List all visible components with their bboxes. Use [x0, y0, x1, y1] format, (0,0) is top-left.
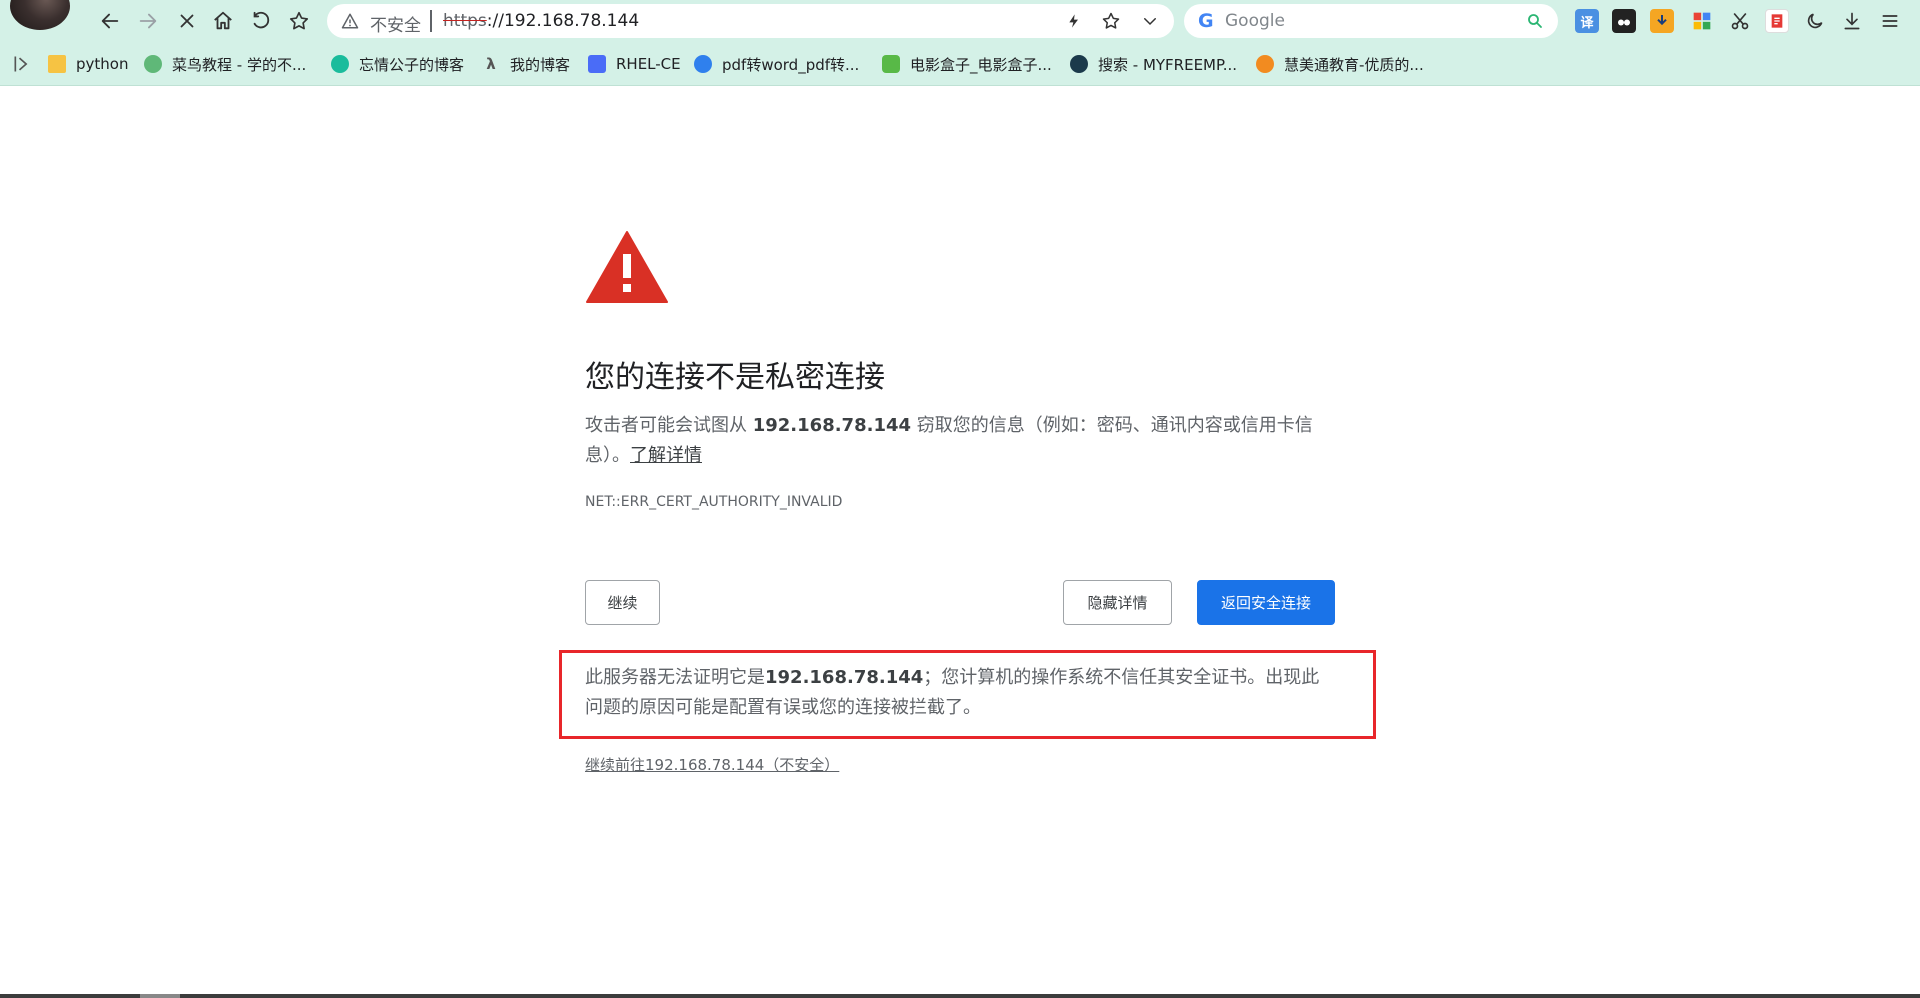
security-status-label[interactable]: 不安全 — [370, 11, 421, 36]
apps-grid-icon — [1693, 12, 1711, 30]
search-placeholder[interactable]: Google — [1225, 11, 1285, 31]
bookmark-python[interactable]: python — [48, 53, 128, 75]
bookmark-label: RHEL-CE — [616, 55, 681, 73]
runoob-icon — [144, 55, 162, 73]
bookmark-label: 我的博客 — [510, 55, 571, 74]
screenshot-extension[interactable] — [1728, 9, 1752, 33]
page-title: 您的连接不是私密连接 — [585, 360, 885, 395]
menu-icon — [1882, 15, 1898, 27]
warning-message: 攻击者可能会试图从 192.168.78.144 窃取您的信息（例如：密码、通讯… — [585, 411, 1325, 471]
main-menu-button[interactable] — [1878, 9, 1902, 33]
error-code[interactable]: NET::ERR_CERT_AUTHORITY_INVALID — [585, 494, 842, 510]
bookmark-rhel-ce[interactable]: RHEL-CE — [588, 53, 681, 75]
search-box[interactable]: G Google — [1184, 4, 1558, 38]
bottom-tab-indicator — [140, 994, 180, 998]
arrow-left-icon — [101, 13, 119, 29]
url-text[interactable]: https://192.168.78.144 — [443, 11, 639, 31]
bookmark-label: 忘情公子的博客 — [359, 55, 465, 74]
bookmark-label: 电影盒子_电影盒子... — [910, 55, 1052, 74]
profile-avatar[interactable] — [10, 0, 70, 30]
back-to-safety-button[interactable]: 返回安全连接 — [1197, 580, 1335, 625]
bookmark-label: pdf转word_pdf转... — [722, 55, 860, 74]
lambda-icon: λ — [486, 55, 496, 73]
bookmark-blog-wangqing[interactable]: 忘情公子的博客 — [331, 53, 464, 75]
lightning-icon — [1069, 14, 1078, 28]
bottom-edge — [0, 994, 1920, 998]
google-logo-icon: G — [1198, 10, 1214, 32]
undo-close-tab-button[interactable] — [246, 6, 276, 36]
favorites-button[interactable] — [284, 6, 314, 36]
danger-triangle-icon — [586, 231, 668, 303]
details-host: 192.168.78.144 — [765, 667, 924, 688]
address-bar[interactable]: 不安全 https://192.168.78.144 — [327, 4, 1174, 38]
search-icon[interactable] — [1526, 12, 1544, 30]
stop-button[interactable] — [172, 6, 202, 36]
doc-icon — [588, 55, 606, 73]
hide-details-button[interactable]: 隐藏详情 — [1063, 580, 1172, 625]
undo-icon — [253, 11, 270, 29]
blog-icon — [331, 55, 349, 73]
bookmark-movie-box[interactable]: 电影盒子_电影盒子... — [882, 53, 1052, 75]
continue-button[interactable]: 继续 — [585, 580, 660, 625]
download-helper-icon — [1657, 15, 1667, 26]
bookmark-label: 菜鸟教程 - 学的不... — [172, 55, 307, 74]
translate-icon: 译 — [1580, 15, 1594, 31]
tampermonkey-extension[interactable] — [1612, 9, 1636, 33]
proceed-unsafe-link[interactable]: 继续前往192.168.78.144（不安全） — [585, 754, 839, 775]
url-host: ://192.168.78.144 — [486, 11, 640, 31]
download-helper-extension[interactable] — [1650, 9, 1674, 33]
download-icon — [1844, 12, 1860, 30]
home-icon — [214, 11, 232, 30]
bookmark-label: 搜索 - MYFREEMP... — [1098, 55, 1238, 74]
url-scheme: https — [443, 11, 487, 31]
arrow-right-icon — [139, 13, 157, 29]
dark-mode-extension[interactable] — [1803, 9, 1827, 33]
forward-button[interactable] — [133, 6, 163, 36]
browser-toolbar: 不安全 https://192.168.78.144 G Google 译 — [0, 0, 1920, 42]
omnibox-separator — [430, 10, 432, 32]
pdf-convert-icon — [694, 55, 712, 73]
details-text: 此服务器无法证明它是192.168.78.144；您计算机的操作系统不信任其安全… — [585, 663, 1325, 723]
bookmark-runoob[interactable]: 菜鸟教程 - 学的不... — [144, 53, 306, 75]
sidebar-toggle-icon[interactable] — [12, 54, 32, 74]
back-button[interactable] — [95, 6, 125, 36]
downloads-button[interactable] — [1840, 9, 1864, 33]
edu-icon — [1256, 55, 1274, 73]
star-icon — [1102, 12, 1120, 29]
details-message: 此服务器无法证明它是 — [585, 667, 765, 688]
bookmark-myfreemp3[interactable]: 搜索 - MYFREEMP... — [1070, 53, 1237, 75]
home-button[interactable] — [208, 6, 238, 36]
music-search-icon — [1070, 55, 1088, 73]
scissors-icon — [1731, 12, 1749, 30]
bookmark-huimeitong[interactable]: 慧美通教育-优质的... — [1256, 53, 1424, 75]
message-text: 攻击者可能会试图从 — [585, 415, 753, 436]
dark-mode-icon — [1807, 13, 1823, 29]
bookmark-label: python — [76, 55, 129, 73]
host-name: 192.168.78.144 — [752, 415, 912, 436]
close-icon — [180, 14, 194, 28]
bookmark-my-blog[interactable]: λ 我的博客 — [482, 53, 570, 75]
bookmark-star-button[interactable] — [1100, 10, 1122, 32]
bookmark-label: 慧美通教育-优质的... — [1284, 55, 1424, 74]
bookmarks-bar: python 菜鸟教程 - 学的不... 忘情公子的博客 λ 我的博客 RHEL… — [0, 42, 1920, 86]
tampermonkey-icon — [1618, 19, 1630, 26]
chevron-down-icon — [1144, 18, 1156, 26]
apps-grid-extension[interactable] — [1690, 9, 1714, 33]
learn-more-link[interactable]: 了解详情 — [630, 445, 702, 466]
movie-box-icon — [882, 55, 900, 73]
pdf-extension[interactable] — [1765, 9, 1789, 33]
folder-icon — [48, 55, 66, 73]
pdf-icon — [1771, 14, 1783, 28]
speed-mode-button[interactable] — [1063, 10, 1085, 32]
translate-extension[interactable]: 译 — [1575, 9, 1599, 33]
star-icon — [289, 11, 309, 30]
bookmark-pdf-convert[interactable]: pdf转word_pdf转... — [694, 53, 859, 75]
warning-triangle-icon[interactable] — [341, 12, 359, 30]
omnibox-dropdown-button[interactable] — [1139, 10, 1161, 32]
